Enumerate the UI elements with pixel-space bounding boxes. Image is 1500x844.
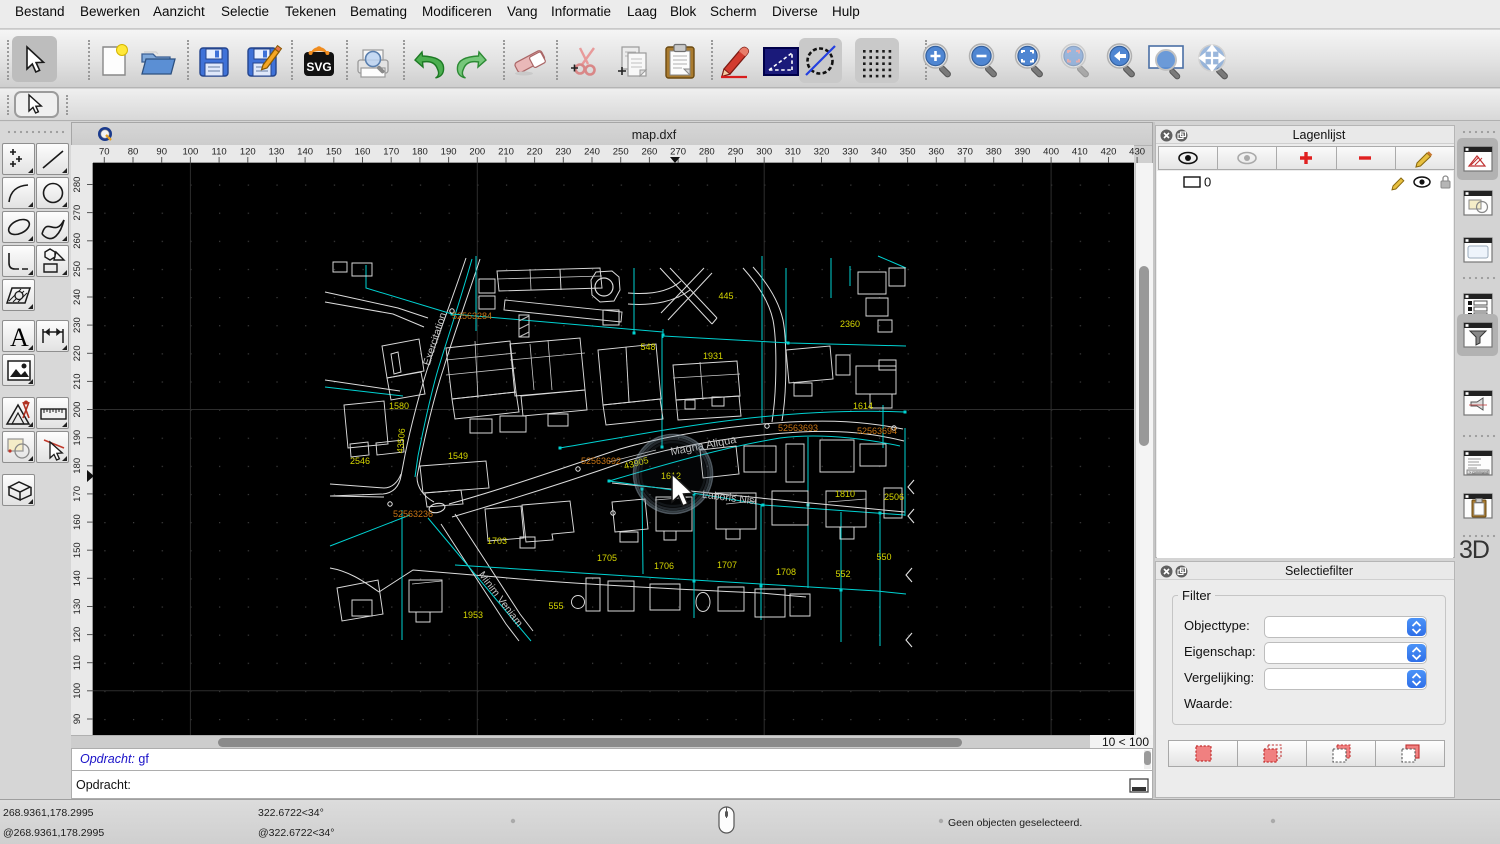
svg-text:1810: 1810 [835, 489, 855, 499]
svg-text:110: 110 [212, 147, 227, 158]
svg-text:552: 552 [835, 569, 850, 579]
svg-text:180: 180 [412, 147, 428, 158]
svg-text:52563694: 52563694 [857, 426, 897, 436]
svg-text:2546: 2546 [350, 456, 370, 466]
svg-text:1549: 1549 [448, 451, 468, 461]
svg-text:160: 160 [355, 147, 371, 158]
svg-text:230: 230 [72, 317, 83, 333]
svg-text:150: 150 [326, 147, 342, 158]
svg-text:290: 290 [728, 147, 744, 158]
svg-text:70: 70 [99, 147, 110, 158]
svg-text:240: 240 [72, 289, 83, 305]
svg-text:220: 220 [72, 345, 83, 361]
svg-text:0: 0 [1204, 175, 1211, 190]
svg-text:52563284: 52563284 [452, 311, 492, 321]
svg-text:550: 550 [876, 552, 891, 562]
svg-text:130: 130 [72, 599, 83, 615]
svg-text:1705: 1705 [597, 553, 617, 563]
svg-text:400: 400 [1043, 147, 1059, 158]
svg-text:140: 140 [72, 570, 83, 586]
svg-text:240: 240 [584, 147, 600, 158]
svg-text:210: 210 [498, 147, 514, 158]
svg-text:200: 200 [72, 402, 83, 418]
svg-text:52563693: 52563693 [778, 423, 818, 433]
svg-text:1931: 1931 [703, 351, 723, 361]
svg-text:250: 250 [613, 147, 629, 158]
svg-text:270: 270 [670, 147, 686, 158]
svg-text:310: 310 [785, 147, 801, 158]
svg-text:100: 100 [182, 147, 198, 158]
svg-text:420: 420 [1101, 147, 1117, 158]
svg-text:120: 120 [72, 627, 83, 643]
svg-text:90: 90 [72, 714, 83, 725]
svg-text:1703: 1703 [487, 536, 507, 546]
svg-text:90: 90 [156, 147, 167, 158]
svg-text:1706: 1706 [654, 561, 674, 571]
svg-text:430: 430 [1129, 147, 1145, 158]
svg-text:190: 190 [441, 147, 457, 158]
svg-text:260: 260 [641, 147, 657, 158]
svg-text:390: 390 [1014, 147, 1030, 158]
svg-text:1708: 1708 [776, 567, 796, 577]
svg-text:52563236: 52563236 [393, 509, 433, 519]
svg-text:130: 130 [268, 147, 284, 158]
svg-text:370: 370 [957, 147, 973, 158]
svg-text:380: 380 [986, 147, 1002, 158]
svg-text:250: 250 [72, 261, 83, 277]
svg-text:110: 110 [72, 655, 83, 670]
svg-text:350: 350 [900, 147, 916, 158]
svg-text:280: 280 [699, 147, 715, 158]
svg-text:210: 210 [72, 373, 83, 389]
svg-text:180: 180 [72, 458, 83, 474]
svg-text:330: 330 [842, 147, 858, 158]
svg-text:260: 260 [72, 233, 83, 249]
svg-text:200: 200 [469, 147, 485, 158]
svg-text:230: 230 [555, 147, 571, 158]
svg-text:100: 100 [72, 683, 83, 699]
svg-text:52563692: 52563692 [581, 456, 621, 466]
svg-text:320: 320 [814, 147, 830, 158]
svg-text:445: 445 [718, 291, 733, 301]
svg-text:80: 80 [128, 147, 139, 158]
svg-text:SVG: SVG [306, 60, 331, 74]
svg-text:150: 150 [72, 542, 83, 558]
svg-text:1953: 1953 [463, 610, 483, 620]
svg-text:1614: 1614 [853, 401, 873, 411]
svg-text:160: 160 [72, 514, 83, 530]
svg-text:360: 360 [928, 147, 944, 158]
svg-text:340: 340 [871, 147, 887, 158]
svg-text:220: 220 [527, 147, 543, 158]
svg-text:2360: 2360 [840, 319, 860, 329]
svg-text:300: 300 [756, 147, 772, 158]
svg-text:170: 170 [383, 147, 399, 158]
svg-text:170: 170 [72, 486, 83, 502]
svg-text:2506: 2506 [884, 492, 904, 502]
svg-text:410: 410 [1072, 147, 1088, 158]
svg-text:555: 555 [548, 601, 563, 611]
svg-text:1707: 1707 [717, 560, 737, 570]
svg-text:190: 190 [72, 430, 83, 446]
svg-text:1580: 1580 [389, 401, 409, 411]
svg-text:> command: > command [1469, 471, 1488, 475]
svg-text:120: 120 [240, 147, 256, 158]
svg-text:548: 548 [640, 342, 655, 352]
svg-text:A: A [10, 323, 29, 352]
svg-text:280: 280 [72, 177, 83, 193]
svg-text:270: 270 [72, 205, 83, 221]
svg-text:140: 140 [297, 147, 313, 158]
